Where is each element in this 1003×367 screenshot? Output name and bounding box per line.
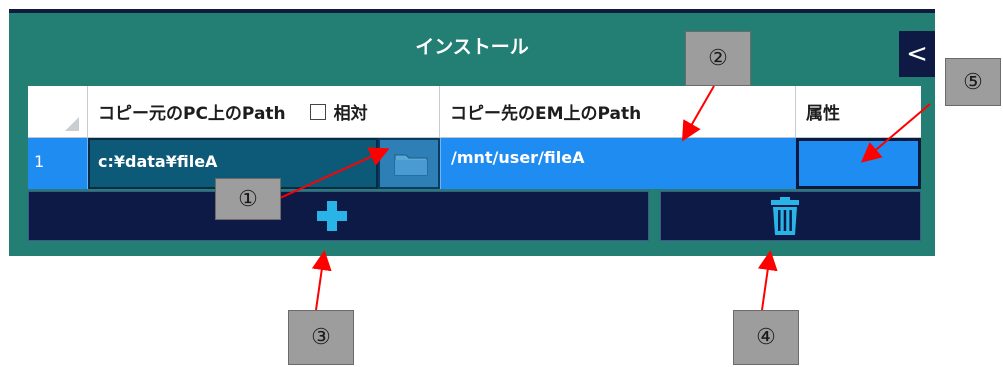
file-grid: コピー元のPC上のPath 相対 コピー先のEM上のPath 属性 1 c:¥d… [28,86,921,189]
table-row[interactable]: 1 c:¥data¥fileA /mnt/user/fileA [28,138,921,189]
panel-title: インストール [415,35,529,58]
delete-row-button[interactable] [660,191,921,241]
header-attribute: 属性 [796,86,921,137]
plus-icon [317,201,347,231]
header-source-path: コピー元のPC上のPath 相対 [88,86,440,137]
header-dest-path: コピー先のEM上のPath [440,86,796,137]
chevron-left-icon: < [906,39,928,69]
select-all-corner[interactable] [28,86,88,137]
dest-path-cell[interactable]: /mnt/user/fileA [440,138,796,189]
relative-checkbox-label: 相対 [333,104,368,124]
relative-checkbox[interactable] [309,103,326,120]
callout-5: ⑤ [945,58,1001,106]
collapse-button[interactable]: < [899,31,935,77]
add-row-button[interactable] [28,191,649,241]
browse-folder-button[interactable] [378,138,440,189]
callout-4: ④ [733,310,799,365]
screenshot-stage: インストール < コピー元のPC上のPath 相対 コピー先のEM上のPath … [0,0,1003,367]
folder-icon [394,154,428,176]
header-source-path-label: コピー元のPC上のPath [98,104,286,124]
callout-3: ③ [288,310,354,365]
grid-header-row: コピー元のPC上のPath 相対 コピー先のEM上のPath 属性 [28,86,921,138]
trash-icon [771,197,799,235]
attribute-cell[interactable] [796,138,921,189]
header-attribute-label: 属性 [806,104,840,124]
arrow-3 [311,250,332,311]
arrow-4 [757,250,778,311]
row-number: 1 [28,138,88,189]
corner-triangle-icon [65,117,79,131]
header-dest-path-label: コピー先のEM上のPath [450,104,642,124]
callout-1: ① [215,178,281,220]
callout-2: ② [685,31,751,86]
